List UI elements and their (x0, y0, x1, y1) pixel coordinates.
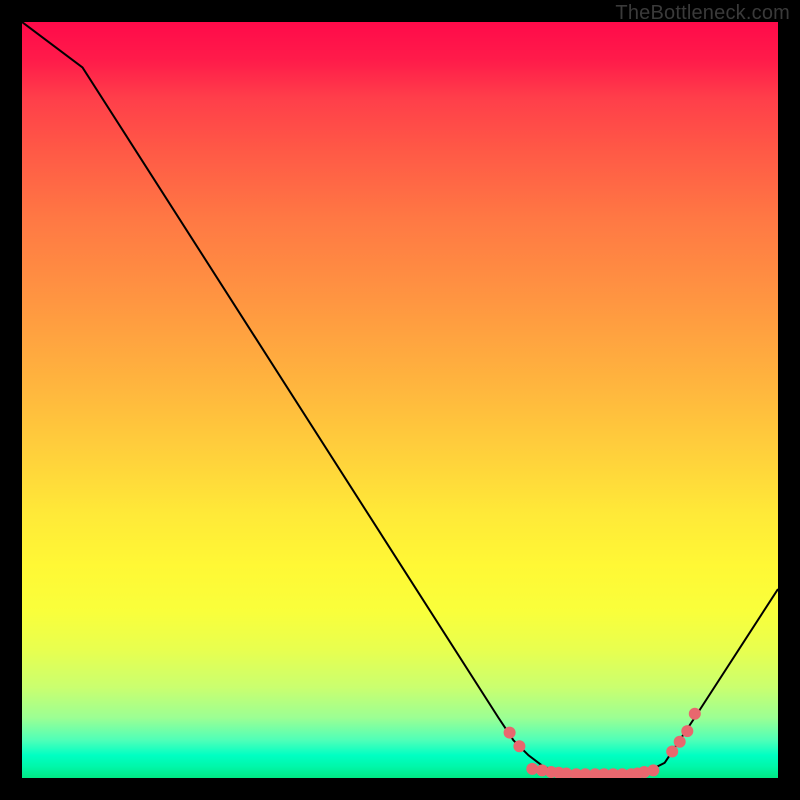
curve-line (22, 22, 778, 776)
chart-frame: TheBottleneck.com (0, 0, 800, 800)
curve-marker (647, 764, 659, 776)
bottleneck-curve (22, 22, 778, 778)
curve-marker (504, 727, 516, 739)
plot-area (22, 22, 778, 778)
curve-marker (674, 736, 686, 748)
curve-marker (689, 708, 701, 720)
curve-marker (513, 740, 525, 752)
curve-marker (666, 746, 678, 758)
watermark-text: TheBottleneck.com (615, 2, 790, 25)
curve-markers (504, 708, 701, 778)
curve-marker (681, 725, 693, 737)
